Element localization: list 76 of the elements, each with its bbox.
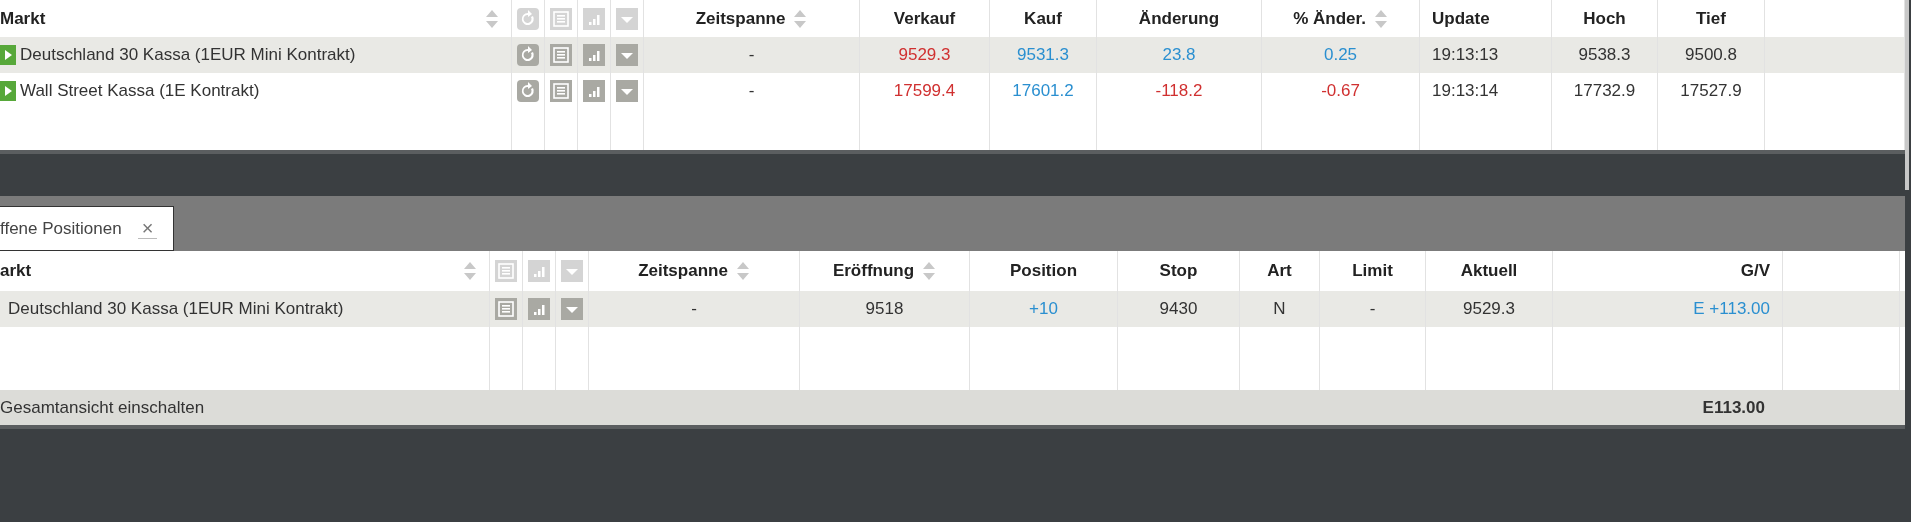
column-header[interactable]: Update: [1432, 5, 1490, 32]
bar-chart-icon[interactable]: [528, 298, 550, 320]
table-cell-text: 0.25: [1323, 44, 1358, 67]
table-cell-text: -0.67: [1321, 80, 1360, 103]
sort-icon[interactable]: [463, 260, 477, 282]
refresh-icon[interactable]: [517, 7, 539, 30]
column-header[interactable]: Zeitspanne: [695, 5, 786, 32]
table-row[interactable]: Deutschland 30 Kassa (1EUR Mini Kontrakt) - 9518 +10 9430 N - 9529.3 E +113.00: [0, 291, 1905, 327]
column-header[interactable]: Aktuell: [1460, 258, 1518, 284]
market-name[interactable]: Deutschland 30 Kassa (1EUR Mini Kontrakt): [20, 42, 356, 68]
table-cell-text: E +113.00: [1693, 298, 1770, 321]
summary-toggle[interactable]: Gesamtansicht einschalten: [0, 394, 205, 421]
sort-icon[interactable]: [735, 260, 750, 282]
dropdown-icon[interactable]: [616, 44, 638, 66]
total-value: E113.00: [1702, 396, 1765, 419]
table-cell-text: -: [691, 298, 697, 321]
dropdown-icon[interactable]: [561, 260, 583, 282]
table-cell-text: 9538.3: [1578, 44, 1631, 67]
table-row[interactable]: Wall Street Kassa (1E Kontrakt) - 17599.4 17601.2 -118.2 -0.67 19:13:14 17732.9 17527.9: [0, 73, 1905, 109]
table-cell-text: 9430: [1159, 298, 1198, 321]
document-icon[interactable]: [550, 80, 572, 102]
column-header[interactable]: Kauf: [1024, 5, 1062, 32]
table-cell-text: 19:13:14: [1432, 80, 1499, 103]
table-cell-text: 9518: [865, 298, 904, 321]
document-icon[interactable]: [495, 298, 517, 320]
refresh-icon[interactable]: [517, 80, 539, 102]
table-cell-text: 17732.9: [1573, 80, 1636, 103]
table-cell-text: 19:13:13: [1432, 44, 1499, 67]
table-cell-text: 9500.8: [1685, 44, 1737, 67]
dropdown-icon[interactable]: [616, 7, 638, 30]
column-header[interactable]: Änderung: [1138, 5, 1220, 32]
column-header[interactable]: G/V: [1740, 258, 1770, 284]
table-cell-text: -: [748, 44, 755, 67]
table-cell-text: 9531.3: [1017, 44, 1069, 67]
column-header[interactable]: arkt: [0, 258, 32, 284]
play-icon[interactable]: [0, 45, 16, 65]
column-header[interactable]: Hoch: [1583, 5, 1626, 32]
table-cell-text: -118.2: [1155, 80, 1203, 103]
scrollbar[interactable]: [1905, 0, 1909, 190]
market-name[interactable]: Wall Street Kassa (1E Kontrakt): [20, 78, 260, 104]
close-button[interactable]: ×: [137, 218, 158, 239]
column-header[interactable]: Eröffnung: [832, 258, 915, 284]
document-icon[interactable]: [550, 44, 572, 66]
refresh-icon[interactable]: [517, 44, 539, 66]
column-header[interactable]: Position: [1009, 258, 1078, 284]
column-header[interactable]: Limit: [1352, 258, 1393, 284]
bar-chart-icon[interactable]: [583, 44, 605, 66]
table-cell-text: 17601.2: [1012, 80, 1074, 103]
table-cell-text: 17527.9: [1680, 80, 1742, 103]
document-icon[interactable]: [550, 7, 572, 30]
bar-chart-icon[interactable]: [583, 80, 605, 102]
document-icon[interactable]: [495, 260, 517, 282]
tab[interactable]: ffene Positionen ×: [0, 206, 175, 251]
table-cell-text: 9529.3: [898, 44, 951, 67]
table-cell-text: -: [1369, 298, 1376, 321]
column-header[interactable]: Zeitspanne: [638, 258, 728, 284]
table-cell-text: -: [748, 80, 755, 103]
table-cell-text: 17599.4: [893, 80, 956, 103]
table-cell-text: 23.8: [1162, 44, 1196, 67]
column-header[interactable]: Art: [1267, 258, 1292, 284]
market-name[interactable]: Deutschland 30 Kassa (1EUR Mini Kontrakt): [8, 296, 344, 322]
bar-chart-icon[interactable]: [583, 7, 605, 30]
table-cell-text: N: [1273, 298, 1286, 321]
dropdown-icon[interactable]: [616, 80, 638, 102]
bar-chart-icon[interactable]: [528, 260, 550, 282]
play-icon[interactable]: [0, 81, 16, 101]
table-row[interactable]: Deutschland 30 Kassa (1EUR Mini Kontrakt) - 9529.3 9531.3 23.8 0.25 19:13:13 9538.3 9500.8: [0, 37, 1905, 73]
column-header[interactable]: Markt: [0, 5, 46, 32]
dropdown-icon[interactable]: [561, 298, 583, 320]
column-header[interactable]: Verkauf: [893, 5, 956, 32]
sort-icon[interactable]: [922, 260, 937, 282]
table-cell-text: 9529.3: [1463, 298, 1515, 321]
column-header[interactable]: Tief: [1696, 5, 1726, 32]
column-header[interactable]: Stop: [1159, 258, 1198, 284]
column-header[interactable]: % Änder.: [1293, 5, 1366, 32]
table-cell-text: +10: [1029, 298, 1058, 321]
